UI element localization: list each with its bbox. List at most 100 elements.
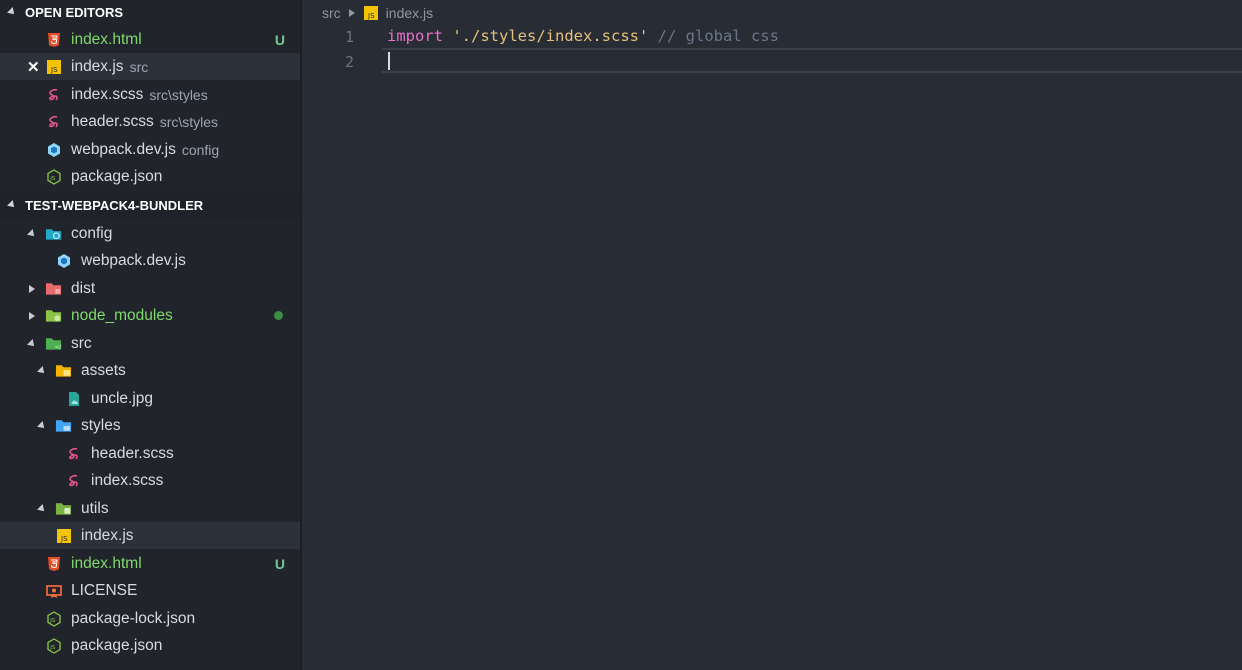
nodejs-icon: JS xyxy=(45,610,62,627)
sass-icon xyxy=(65,445,82,462)
file-label: package.json xyxy=(71,636,163,654)
tree-file[interactable]: LICENSE xyxy=(0,577,301,604)
comment-token: // global css xyxy=(657,27,779,45)
tree-folder-styles[interactable]: styles xyxy=(0,412,301,439)
tree-file[interactable]: webpack.dev.js xyxy=(0,247,301,274)
js-icon: JS xyxy=(363,5,380,22)
nodejs-icon: JS xyxy=(45,168,62,185)
expanded-chevron-icon xyxy=(36,365,47,376)
collapse-chevron-icon xyxy=(7,6,17,17)
folder-utils-icon xyxy=(55,500,72,517)
text-cursor xyxy=(388,52,390,70)
svg-text:JS: JS xyxy=(60,535,68,543)
folder-label: assets xyxy=(81,361,126,379)
folder-styles-icon xyxy=(55,417,72,434)
breadcrumb-folder[interactable]: src xyxy=(322,5,341,21)
nodejs-icon: JS xyxy=(45,637,62,654)
expanded-chevron-icon xyxy=(26,338,37,349)
collapsed-chevron-icon xyxy=(27,311,36,320)
open-editor-item[interactable]: webpack.dev.js config xyxy=(0,136,301,163)
open-editor-item-active[interactable]: ✕ JS index.js src xyxy=(0,53,301,80)
code-editor[interactable]: src JS index.js 1 2 import './styles/ind… xyxy=(302,0,1242,670)
project-title: TEST-WEBPACK4-BUNDLER xyxy=(25,198,204,213)
expanded-chevron-icon xyxy=(36,420,47,431)
file-label: package-lock.json xyxy=(71,609,196,627)
file-label: index.js xyxy=(81,526,134,544)
chevron-right-icon xyxy=(348,9,355,17)
modified-dot-icon xyxy=(274,311,283,320)
keyword-token: import xyxy=(387,27,443,45)
file-label: index.scss xyxy=(71,85,144,103)
file-label: webpack.dev.js xyxy=(81,251,186,269)
file-label: package.json xyxy=(71,167,163,185)
svg-text:JS: JS xyxy=(49,176,56,182)
line-number: 2 xyxy=(344,53,354,71)
open-editor-item[interactable]: header.scss src\styles xyxy=(0,108,301,135)
folder-assets-icon xyxy=(55,362,72,379)
line-number: 1 xyxy=(344,28,354,46)
file-label: webpack.dev.js xyxy=(71,140,176,158)
folder-node-icon xyxy=(45,307,62,324)
open-editors-title: OPEN EDITORS xyxy=(25,5,124,20)
file-label: LICENSE xyxy=(71,581,138,599)
tree-file[interactable]: JS package.json xyxy=(0,632,301,659)
tree-folder-config[interactable]: config xyxy=(0,220,301,247)
open-editor-item[interactable]: index.scss src\styles xyxy=(0,81,301,108)
svg-text:JS: JS xyxy=(367,12,375,20)
file-label: header.scss xyxy=(91,444,174,462)
file-label: index.html xyxy=(71,554,142,572)
folder-label: node_modules xyxy=(71,306,173,324)
collapse-chevron-icon xyxy=(7,199,17,210)
sass-icon xyxy=(65,472,82,489)
tree-file[interactable]: uncle.jpg xyxy=(0,385,301,412)
sass-icon xyxy=(45,86,62,103)
js-icon: JS xyxy=(55,527,72,544)
untracked-badge: U xyxy=(274,31,285,48)
tree-file-selected[interactable]: JS index.js xyxy=(0,522,301,549)
explorer-sidebar: OPEN EDITORS index.html U ✕ JS index.js … xyxy=(0,0,301,670)
breadcrumb-file[interactable]: index.js xyxy=(386,5,433,21)
project-header[interactable]: TEST-WEBPACK4-BUNDLER xyxy=(0,193,301,218)
collapsed-chevron-icon xyxy=(27,284,36,293)
current-line-highlight xyxy=(382,48,1242,73)
sass-icon xyxy=(45,113,62,130)
folder-label: utils xyxy=(81,499,109,517)
file-label: index.js xyxy=(71,57,124,75)
expanded-chevron-icon xyxy=(26,228,37,239)
tree-folder-src[interactable]: </> src xyxy=(0,330,301,357)
file-label: index.html xyxy=(71,30,142,48)
open-editor-item[interactable]: index.html U xyxy=(0,26,301,53)
folder-label: config xyxy=(71,224,113,242)
code-line[interactable]: import './styles/index.scss' // global c… xyxy=(387,27,779,45)
webpack-icon xyxy=(45,141,62,158)
license-icon xyxy=(45,582,62,599)
image-icon xyxy=(65,390,82,407)
tree-file[interactable]: index.scss xyxy=(0,467,301,494)
file-label: uncle.jpg xyxy=(91,389,154,407)
html5-icon xyxy=(45,555,62,572)
folder-dist-icon xyxy=(45,280,62,297)
tree-folder-node-modules[interactable]: node_modules xyxy=(0,302,301,329)
close-icon[interactable]: ✕ xyxy=(27,58,40,76)
svg-text:JS: JS xyxy=(49,618,56,624)
svg-text:JS: JS xyxy=(50,66,58,74)
file-path-hint: src\styles xyxy=(159,113,219,130)
string-token: './styles/index.scss' xyxy=(452,27,649,45)
file-path-hint: src xyxy=(129,58,149,75)
tree-file[interactable]: header.scss xyxy=(0,440,301,467)
tree-folder-utils[interactable]: utils xyxy=(0,495,301,522)
tree-file[interactable]: index.html U xyxy=(0,550,301,577)
breadcrumb: src JS index.js xyxy=(322,3,433,23)
file-path-hint: src\styles xyxy=(149,86,208,103)
folder-config-icon xyxy=(45,225,62,242)
tree-folder-dist[interactable]: dist xyxy=(0,275,301,302)
open-editors-header[interactable]: OPEN EDITORS xyxy=(0,0,301,25)
tree-file[interactable]: JS package-lock.json xyxy=(0,605,301,632)
file-path-hint: config xyxy=(181,141,220,158)
open-editor-item[interactable]: JS package.json xyxy=(0,163,301,190)
file-label: header.scss xyxy=(71,112,154,130)
expanded-chevron-icon xyxy=(36,503,47,514)
folder-label: dist xyxy=(71,279,96,297)
tree-folder-assets[interactable]: assets xyxy=(0,357,301,384)
svg-text:JS: JS xyxy=(49,645,56,651)
